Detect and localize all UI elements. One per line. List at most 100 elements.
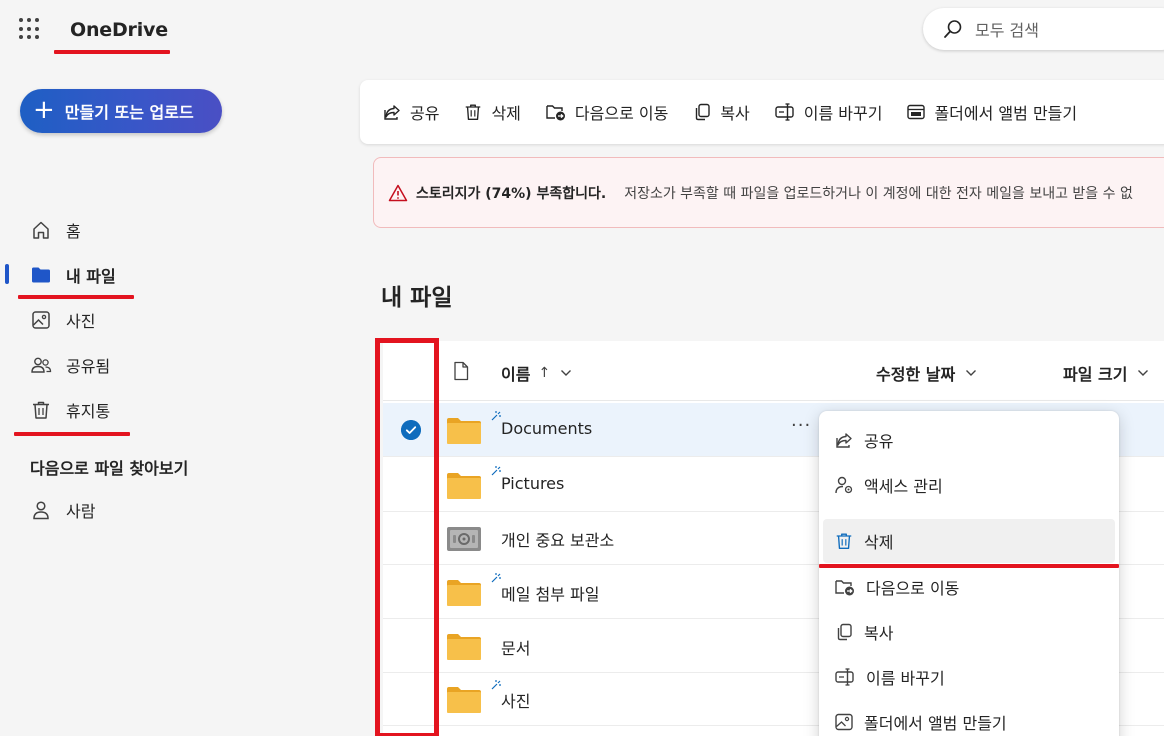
banner-text: 저장소가 부족할 때 파일을 업로드하거나 이 계정에 대한 전자 메일을 보내… <box>624 185 1133 202</box>
sidebar-item-label: 공유됨 <box>66 357 111 376</box>
menu-item-share[interactable]: 공유 <box>823 418 1115 462</box>
more-options-icon[interactable]: ··· <box>791 415 811 436</box>
album-icon <box>907 104 926 120</box>
list-header: 이름 ↑ 수정한 날짜 파일 크기 <box>383 341 1164 401</box>
new-item-icon <box>491 466 501 476</box>
create-album-label: 폴더에서 앨범 만들기 <box>934 104 1078 123</box>
column-modified-label: 수정한 날짜 <box>876 365 956 384</box>
move-to-button[interactable]: 다음으로 이동 <box>545 100 668 124</box>
copy-icon <box>837 623 852 641</box>
file-name[interactable]: Documents <box>501 419 592 438</box>
create-or-upload-button[interactable]: + 만들기 또는 업로드 <box>20 89 222 133</box>
annotation-underline-my-files <box>18 295 134 299</box>
sidebar-item-photos[interactable]: 사진 <box>30 305 95 335</box>
rename-button[interactable]: 이름 바꾸기 <box>774 100 883 124</box>
trash-icon <box>836 533 852 549</box>
sidebar-item-label: 사람 <box>66 502 96 521</box>
vault-icon <box>447 527 481 551</box>
app-name[interactable]: OneDrive <box>70 19 168 41</box>
column-header-name[interactable]: 이름 ↑ <box>501 361 572 385</box>
sort-ascending-icon: ↑ <box>538 365 551 381</box>
create-album-button[interactable]: 폴더에서 앨범 만들기 <box>906 100 1077 124</box>
move-icon <box>546 105 565 121</box>
menu-item-move-to[interactable]: 다음으로 이동 <box>823 565 1115 609</box>
menu-item-delete[interactable]: 삭제 <box>823 519 1115 563</box>
annotation-box-checkbox-column <box>375 338 439 736</box>
trash-icon <box>466 104 481 120</box>
plus-icon: + <box>33 94 55 125</box>
sidebar-item-shared[interactable]: 공유됨 <box>30 350 110 380</box>
menu-item-manage-access[interactable]: 액세스 관리 <box>823 463 1115 507</box>
delete-button[interactable]: 삭제 <box>463 100 521 124</box>
rename-icon <box>775 103 794 121</box>
page-title: 내 파일 <box>381 285 453 311</box>
column-name-label: 이름 <box>501 365 531 384</box>
menu-item-label: 액세스 관리 <box>864 477 943 496</box>
copy-label: 복사 <box>720 104 750 123</box>
trash-icon <box>33 401 49 419</box>
home-icon <box>33 221 49 239</box>
annotation-underline-app <box>54 50 170 54</box>
file-type-icon <box>454 361 469 381</box>
file-name[interactable]: 문서 <box>501 635 530 659</box>
sidebar-item-recycle-bin[interactable]: 휴지통 <box>30 395 110 425</box>
chevron-down-icon <box>561 370 572 376</box>
move-to-label: 다음으로 이동 <box>574 104 669 123</box>
sidebar-item-people[interactable]: 사람 <box>30 495 95 525</box>
sidebar-item-label: 내 파일 <box>66 267 116 286</box>
column-header-modified[interactable]: 수정한 날짜 <box>876 361 977 385</box>
share-button[interactable]: 공유 <box>382 100 439 124</box>
album-icon <box>835 713 853 731</box>
folder-icon <box>447 473 481 499</box>
command-bar: 공유 삭제 다음으로 이동 복사 이름 바꾸기 폴더에서 앨범 만들기 <box>360 80 1164 144</box>
menu-item-copy[interactable]: 복사 <box>823 610 1115 654</box>
storage-warning-banner: 스토리지가 (74%) 부족합니다. 저장소가 부족할 때 파일을 업로드하거나… <box>373 157 1164 228</box>
context-menu: 공유 액세스 관리 삭제 다음으로 이동 복사 이름 바꾸기 폴더에서 앨범 만… <box>819 411 1119 736</box>
sidebar-item-label: 홈 <box>66 222 81 241</box>
app-launcher-icon[interactable] <box>19 18 41 40</box>
search-icon <box>944 20 962 38</box>
folder-icon <box>32 267 50 283</box>
warning-icon <box>388 184 408 201</box>
people-icon <box>31 357 52 373</box>
chevron-down-icon <box>1138 370 1149 376</box>
sidebar-item-label: 휴지통 <box>66 402 111 421</box>
search-box[interactable]: 모두 검색 <box>923 8 1164 50</box>
folder-icon <box>447 418 481 444</box>
menu-item-label: 삭제 <box>864 533 894 552</box>
sidebar-item-home[interactable]: 홈 <box>30 215 81 245</box>
file-name[interactable]: 사진 <box>501 688 530 712</box>
rename-label: 이름 바꾸기 <box>803 104 883 123</box>
menu-item-rename[interactable]: 이름 바꾸기 <box>823 655 1115 699</box>
chevron-down-icon <box>966 370 977 376</box>
menu-item-label: 공유 <box>864 432 894 451</box>
folder-icon <box>447 687 481 713</box>
manage-access-icon <box>835 476 853 494</box>
move-icon <box>835 580 854 596</box>
banner-title: 스토리지가 (74%) 부족합니다. <box>416 185 607 202</box>
file-name[interactable]: 메일 첨부 파일 <box>501 581 600 605</box>
file-name[interactable]: 개인 중요 보관소 <box>501 527 614 551</box>
column-size-label: 파일 크기 <box>1063 365 1128 384</box>
new-item-icon <box>491 680 501 690</box>
sidebar-item-my-files[interactable]: 내 파일 <box>30 260 116 290</box>
new-item-icon <box>491 411 501 421</box>
sidebar-item-label: 사진 <box>66 312 96 331</box>
person-icon <box>33 501 49 520</box>
share-label: 공유 <box>410 104 440 123</box>
copy-button[interactable]: 복사 <box>692 100 750 124</box>
share-icon <box>384 105 400 120</box>
photo-icon <box>32 311 50 329</box>
menu-item-create-album[interactable]: 폴더에서 앨범 만들기 <box>823 700 1115 736</box>
menu-item-label: 이름 바꾸기 <box>866 669 945 688</box>
active-indicator <box>5 264 9 284</box>
folder-icon <box>447 580 481 606</box>
rename-icon <box>835 668 854 686</box>
column-header-size[interactable]: 파일 크기 <box>1063 361 1149 385</box>
search-placeholder: 모두 검색 <box>975 21 1039 40</box>
new-item-icon <box>491 573 501 583</box>
file-name[interactable]: Pictures <box>501 474 564 493</box>
menu-item-label: 폴더에서 앨범 만들기 <box>864 714 1007 733</box>
browse-section-title: 다음으로 파일 찾아보기 <box>30 459 189 478</box>
copy-icon <box>696 103 711 121</box>
